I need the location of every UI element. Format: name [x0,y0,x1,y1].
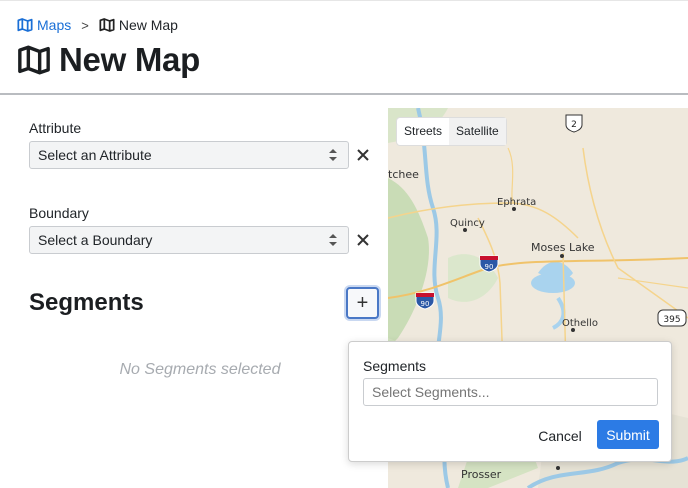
interstate-shield-icon: 90 [415,292,435,310]
attribute-clear-button[interactable] [355,147,371,163]
breadcrumb-current: New Map [99,17,178,33]
map-style-satellite[interactable]: Satellite [449,118,506,145]
map-label: Moses Lake [531,241,595,254]
map-label: Ephrata [497,197,536,208]
boundary-clear-button[interactable] [355,232,371,248]
select-caret-icon [329,149,337,161]
map-style-streets[interactable]: Streets [397,118,449,145]
breadcrumb-maps-link[interactable]: Maps [17,17,71,33]
segments-empty-message: No Segments selected [119,361,281,378]
popover-segments-label: Segments [363,358,427,374]
page-title: New Map [17,41,200,79]
map-icon [17,18,33,32]
segments-popover: Segments Cancel Submit [348,341,672,462]
breadcrumb: Maps > New Map [17,17,178,33]
close-icon [357,234,369,246]
interstate-shield-icon: 90 [479,255,499,273]
map-style-toggle: Streets Satellite [397,118,506,145]
breadcrumb-separator: > [81,17,89,33]
segments-title: Segments [29,289,144,316]
attribute-select-value: Select an Attribute [38,147,152,163]
svg-text:90: 90 [421,300,430,308]
svg-text:395: 395 [663,315,680,325]
attribute-select[interactable]: Select an Attribute [29,141,349,169]
page-header: Maps > New Map New Map [0,0,688,95]
submit-button[interactable]: Submit [597,420,659,449]
add-segment-button[interactable]: + [346,287,379,319]
map-label: Othello [562,318,598,329]
plus-icon: + [356,291,369,314]
map-icon [18,45,50,75]
svg-text:2: 2 [571,120,577,130]
route-shield-icon: 2 [565,114,583,133]
map-icon [99,18,115,32]
boundary-select-value: Select a Boundary [38,232,153,248]
boundary-select[interactable]: Select a Boundary [29,226,349,254]
map-label: tchee [388,168,419,181]
breadcrumb-current-label: New Map [118,17,178,33]
segments-input[interactable] [363,378,658,406]
route-shield-icon: 395 [657,309,687,327]
map-label: Quincy [450,218,485,229]
select-caret-icon [329,234,337,246]
svg-text:90: 90 [485,263,494,271]
page-title-text: New Map [59,41,200,78]
close-icon [357,149,369,161]
attribute-label: Attribute [29,120,82,136]
cancel-button[interactable]: Cancel [529,422,591,450]
boundary-label: Boundary [29,205,89,221]
map-label: Prosser [461,468,502,481]
breadcrumb-maps-label[interactable]: Maps [37,17,71,33]
